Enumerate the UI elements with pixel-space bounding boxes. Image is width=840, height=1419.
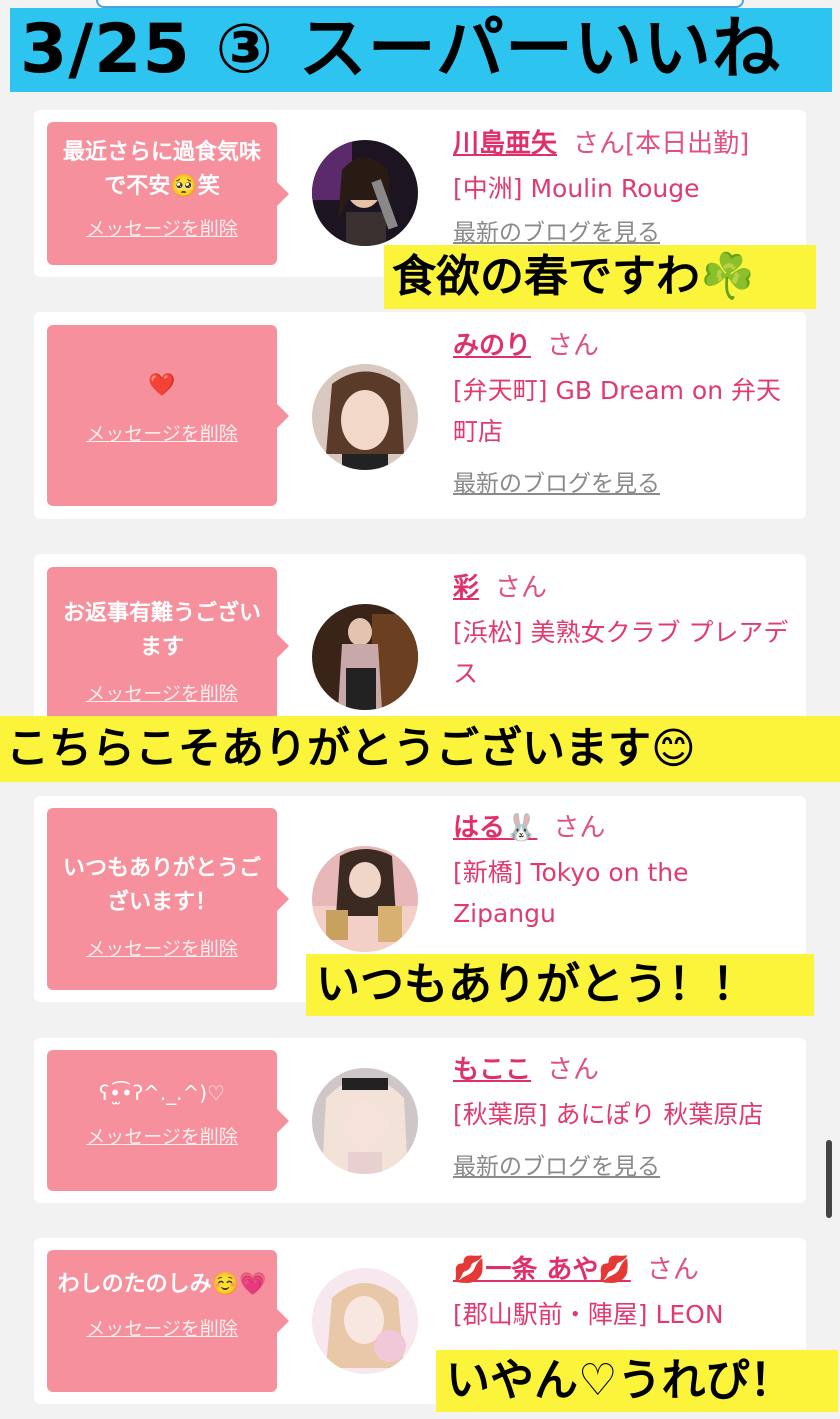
honorific: さん [553,813,606,843]
user-info: 彩さん [浜松] 美熟女クラブ プレアデス [453,568,798,694]
avatar[interactable] [312,1068,418,1174]
shop-name: [郡山駅前・陣屋] LEON [453,1300,724,1329]
shop-name: [新橋] Tokyo on the Zipangu [453,858,689,928]
delete-message-link[interactable]: メッセージを削除 [86,214,238,241]
honorific: さん [547,1055,600,1085]
message-bubble: わしのたのしみ☺️💗 メッセージを削除 [47,1250,289,1392]
message-card: ʕ•̫͡•ʔ^._.^)♡ メッセージを削除 もここ さん [秋葉原] あにぽり … [34,1038,806,1203]
blog-link[interactable]: 最新のブログを見る [453,464,798,504]
avatar[interactable] [312,364,418,470]
avatar[interactable] [312,1268,418,1374]
user-info: みのり さん [弁天町] GB Dream on 弁天町店 最新のブログを見る [453,326,798,504]
avatar[interactable] [312,140,418,246]
user-name-link[interactable]: 💋一条 あや💋 [453,1255,631,1285]
work-status: [本日出勤] [625,129,750,159]
caption-overlay: 食欲の春ですわ☘️ [384,245,816,309]
delete-message-link[interactable]: メッセージを削除 [86,1122,238,1149]
blog-link[interactable]: 最新のブログを見る [453,1147,798,1187]
message-text: わしのたのしみ☺️💗 [57,1272,267,1297]
message-text: ʕ•̫͡•ʔ^._.^)♡ [99,1081,225,1105]
message-bubble: ʕ•̫͡•ʔ^._.^)♡ メッセージを削除 [47,1050,289,1191]
user-info: 💋一条 あや💋 さん [郡山駅前・陣屋] LEON [453,1250,798,1335]
caption-overlay: いつもありがとう！！ [306,954,814,1016]
message-bubble: 最近さらに過食気味で不安🥺笑 メッセージを削除 [47,122,289,265]
honorific: さん [547,331,600,361]
message-card: ❤️ メッセージを削除 みのり さん [弁天町] GB Dream on 弁天町店… [34,312,806,519]
avatar[interactable] [312,604,418,710]
user-info: もここ さん [秋葉原] あにぽり 秋葉原店 最新のブログを見る [453,1050,798,1187]
message-text: ❤️ [148,373,176,398]
shop-name: [浜松] 美熟女クラブ プレアデス [453,618,789,688]
caption-overlay: いやん♡うれぴ！ [436,1350,838,1412]
user-name-link[interactable]: 彩 [453,573,479,603]
delete-message-link[interactable]: メッセージを削除 [86,679,238,706]
message-text: お返事有難うございます [62,601,261,660]
scrollbar[interactable] [826,1140,832,1218]
delete-message-link[interactable]: メッセージを削除 [86,1314,238,1341]
message-bubble: ❤️ メッセージを削除 [47,325,289,506]
message-bubble: お返事有難うございます メッセージを削除 [47,567,289,724]
delete-message-link[interactable]: メッセージを削除 [86,934,238,961]
user-info: はる🐰 さん [新橋] Tokyo on the Zipangu [453,808,798,934]
shop-name: [弁天町] GB Dream on 弁天町店 [453,376,781,446]
user-info: 川島亜矢 さん[本日出勤] [中洲] Moulin Rouge 最新のブログを見る [453,124,798,253]
shop-name: [秋葉原] あにぽり 秋葉原店 [453,1100,764,1129]
message-bubble: いつもありがとうございます！ メッセージを削除 [47,808,289,990]
caption-overlay: こちらこそありがとうございます😊 [0,716,840,782]
banner-title: 3/25 ③ スーパーいいね [10,8,832,92]
message-text: いつもありがとうございます！ [62,856,261,915]
shop-name: [中洲] Moulin Rouge [453,174,700,203]
user-name-link[interactable]: もここ [453,1055,531,1085]
avatar[interactable] [312,846,418,952]
honorific: さん [495,573,548,603]
honorific: さん [573,129,626,159]
delete-message-link[interactable]: メッセージを削除 [86,419,238,446]
honorific: さん [646,1255,699,1285]
user-name-link[interactable]: はる🐰 [453,813,537,843]
user-name-link[interactable]: みのり [453,331,531,361]
message-card: お返事有難うございます メッセージを削除 彩さん [浜松] 美熟女クラブ プレア… [34,554,806,724]
message-text: 最近さらに過食気味で不安🥺笑 [62,140,261,199]
user-name-link[interactable]: 川島亜矢 [453,129,557,159]
top-strip [96,0,744,8]
